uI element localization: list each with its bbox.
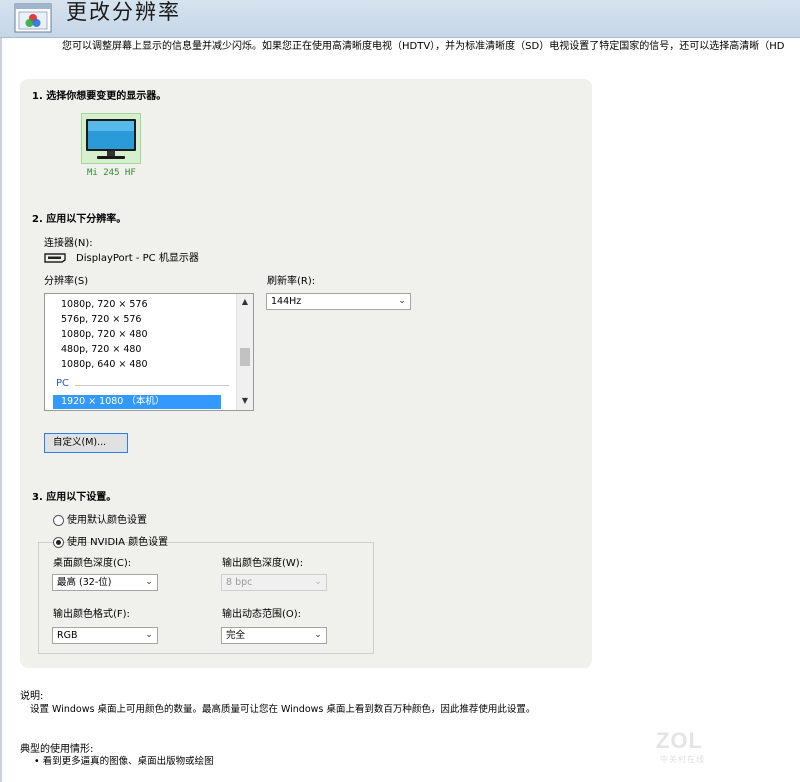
monitor-label: Mi 245 HF	[87, 168, 136, 178]
scroll-down-icon[interactable]: ▼	[239, 395, 251, 407]
desktop-depth-select[interactable]: 最高 (32-位) ⌄	[52, 574, 158, 591]
zol-watermark-sub: 中关村在线	[660, 755, 705, 764]
connector-label: 连接器(N):	[44, 238, 93, 249]
resolution-label: 分辨率(S)	[44, 276, 89, 287]
refresh-rate-value: 144Hz	[271, 296, 302, 307]
description-heading: 说明:	[20, 691, 44, 702]
list-item[interactable]: 1080p, 720 × 576	[61, 298, 148, 311]
section2-heading: 2. 应用以下分辨率。	[32, 214, 127, 225]
resolution-scrollbar[interactable]: ▲ ▼	[236, 294, 253, 410]
section3-heading: 3. 应用以下设置。	[32, 492, 117, 503]
resolution-list[interactable]: 1080p, 720 × 576 576p, 720 × 576 1080p, …	[44, 293, 254, 411]
scroll-up-icon[interactable]: ▲	[239, 296, 251, 308]
monitor-tile[interactable]	[81, 113, 141, 164]
group-divider	[75, 385, 229, 386]
output-format-select[interactable]: RGB ⌄	[52, 627, 158, 644]
refresh-rate-label: 刷新率(R):	[267, 276, 316, 287]
chevron-down-icon: ⌄	[314, 630, 322, 640]
desktop-depth-label: 桌面颜色深度(C):	[53, 558, 132, 569]
list-item[interactable]: 1080p, 640 × 480	[61, 358, 148, 371]
window-left-border	[0, 38, 2, 782]
radio-nvidia-color[interactable]	[53, 537, 64, 548]
description-text: 设置 Windows 桌面上可用颜色的数量。最高质量可让您在 Windows 桌…	[30, 704, 536, 715]
output-range-select[interactable]: 完全 ⌄	[221, 627, 327, 644]
usage-item: • 看到更多逼真的图像、桌面出版物或绘图	[34, 756, 214, 767]
list-item[interactable]: 576p, 720 × 576	[61, 313, 141, 326]
chevron-down-icon: ⌄	[314, 577, 322, 587]
chevron-down-icon: ⌄	[145, 577, 153, 587]
section1-heading: 1. 选择你想要变更的显示器。	[32, 91, 167, 102]
customize-button[interactable]: 自定义(M)...	[44, 433, 128, 453]
monitor-icon	[86, 119, 136, 159]
output-depth-label: 输出颜色深度(W):	[222, 558, 304, 569]
connector-value: DisplayPort - PC 机显示器	[76, 253, 199, 264]
list-item[interactable]: 1080p, 720 × 480	[61, 328, 148, 341]
display-settings-icon	[14, 2, 52, 34]
desktop-depth-value: 最高 (32-位)	[57, 577, 112, 588]
radio-default-color-label: 使用默认颜色设置	[67, 515, 147, 526]
chevron-down-icon: ⌄	[398, 296, 406, 306]
scroll-thumb[interactable]	[240, 348, 250, 366]
radio-nvidia-color-label: 使用 NVIDIA 颜色设置	[67, 537, 169, 548]
output-format-label: 输出颜色格式(F):	[53, 609, 130, 620]
resolution-group-pc: PC	[56, 378, 70, 389]
page-title: 更改分辨率	[66, 0, 181, 24]
output-depth-select[interactable]: 8 bpc ⌄	[221, 574, 327, 591]
intro-text: 您可以调整屏幕上显示的信息量并减少闪烁。如果您正在使用高清晰度电视（HDTV），…	[62, 41, 785, 52]
zol-watermark: ZOL	[656, 728, 703, 753]
chevron-down-icon: ⌄	[145, 630, 153, 640]
displayport-icon	[44, 253, 66, 263]
radio-default-color[interactable]	[53, 515, 64, 526]
refresh-rate-select[interactable]: 144Hz ⌄	[266, 293, 411, 310]
output-range-label: 输出动态范围(O):	[222, 609, 302, 620]
list-item[interactable]: 480p, 720 × 480	[61, 343, 141, 356]
output-range-value: 完全	[226, 630, 246, 641]
output-depth-value: 8 bpc	[226, 577, 253, 588]
output-format-value: RGB	[57, 630, 78, 641]
selected-resolution[interactable]: 1920 × 1080 （本机）	[53, 395, 221, 409]
